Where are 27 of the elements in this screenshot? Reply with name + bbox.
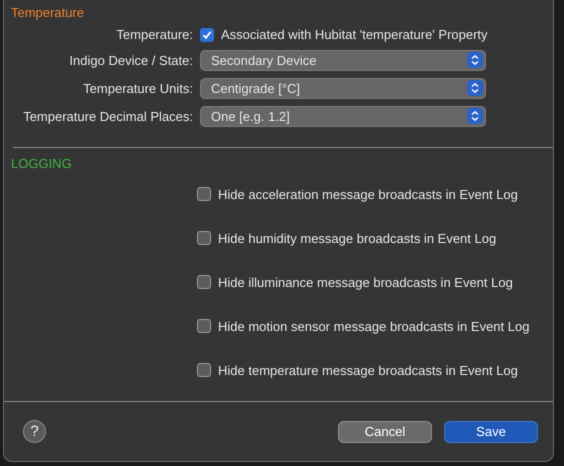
checkbox-label: Hide temperature message broadcasts in Event Log (218, 362, 518, 378)
save-button[interactable]: Save (444, 420, 538, 442)
popup-button[interactable]: One [e.g. 1.2] (200, 106, 486, 126)
stepper-icon (467, 80, 483, 96)
popup-button[interactable]: Secondary Device (200, 50, 486, 70)
checkbox[interactable] (200, 28, 214, 42)
stepper-icon (467, 52, 483, 68)
checkbox-label: Hide illuminance message broadcasts in Event Log (218, 274, 513, 290)
checkbox[interactable] (197, 363, 211, 377)
help-button[interactable]: ? (23, 420, 46, 443)
section-title: Temperature (11, 5, 85, 22)
checkbox-label: Associated with Hubitat 'temperature' Property (221, 27, 488, 42)
field-label: Temperature Units: (82, 80, 193, 96)
checkbox[interactable] (197, 231, 211, 245)
stepper-icon (467, 108, 483, 124)
field-label: Indigo Device / State: (68, 52, 193, 68)
checkbox[interactable] (197, 275, 211, 289)
checkbox[interactable] (197, 319, 211, 333)
cancel-button[interactable]: Cancel (338, 420, 432, 442)
section-title: LOGGING (11, 156, 73, 173)
field-label: Temperature: (115, 27, 193, 42)
field-label: Temperature Decimal Places: (22, 108, 193, 124)
checkbox-label: Hide motion sensor message broadcasts in Event Log (218, 318, 530, 334)
checkbox-label: Hide acceleration message broadcasts in Event Log (218, 186, 518, 202)
checkbox[interactable] (197, 187, 211, 201)
checkbox-label: Hide humidity message broadcasts in Event Log (218, 230, 496, 246)
popup-button[interactable]: Centigrade [°C] (200, 78, 486, 98)
